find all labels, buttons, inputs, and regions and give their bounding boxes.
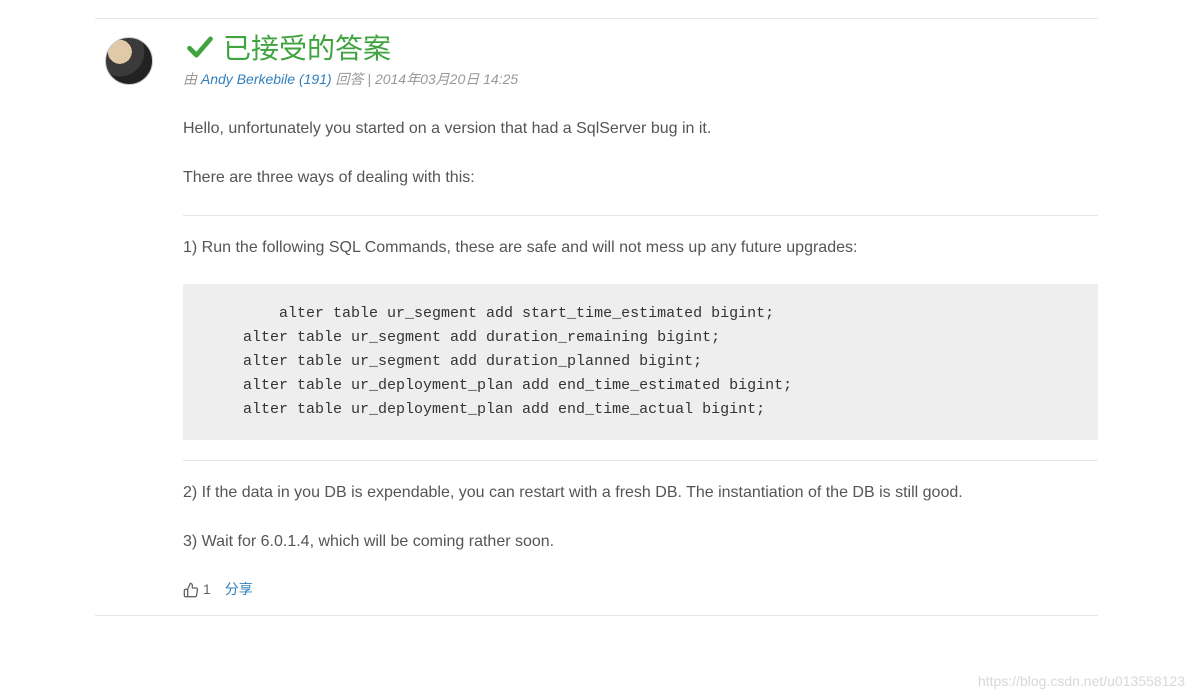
- body-paragraph-1: Hello, unfortunately you started on a ve…: [183, 117, 1098, 142]
- answer-actions: 1 分享: [183, 579, 1098, 601]
- answer-header: 已接受的答案: [183, 27, 1098, 67]
- avatar-image: [105, 37, 153, 85]
- code-block: alter table ur_segment add start_time_es…: [183, 284, 1098, 440]
- answer-block: 已接受的答案 由 Andy Berkebile (191) 回答 | 2014年…: [0, 27, 1193, 615]
- body-paragraph-4: 2) If the data in you DB is expendable, …: [183, 481, 1098, 506]
- author-reputation: (191): [299, 71, 332, 87]
- answer-main: 已接受的答案 由 Andy Berkebile (191) 回答 | 2014年…: [183, 27, 1098, 615]
- divider-2: [183, 460, 1098, 461]
- thumbs-up-icon: [183, 582, 199, 598]
- checkmark-icon: [183, 33, 217, 61]
- byline-action: 回答: [332, 71, 364, 87]
- top-divider: [95, 18, 1098, 19]
- like-count: 1: [203, 579, 211, 601]
- bottom-divider: [95, 615, 1098, 616]
- share-button[interactable]: 分享: [225, 579, 253, 601]
- like-button[interactable]: 1: [183, 579, 211, 601]
- accepted-answer-title: 已接受的答案: [223, 27, 391, 67]
- avatar[interactable]: [105, 37, 153, 615]
- body-paragraph-3: 1) Run the following SQL Commands, these…: [183, 236, 1098, 261]
- body-paragraph-5: 3) Wait for 6.0.1.4, which will be comin…: [183, 530, 1098, 555]
- author-link[interactable]: Andy Berkebile: [201, 71, 295, 87]
- answer-container: 已接受的答案 由 Andy Berkebile (191) 回答 | 2014年…: [0, 0, 1193, 616]
- byline-timestamp: 2014年03月20日 14:25: [375, 71, 518, 87]
- byline-prefix: 由: [183, 71, 201, 87]
- divider-1: [183, 215, 1098, 216]
- watermark: https://blog.csdn.net/u013558123: [978, 673, 1185, 689]
- answer-byline: 由 Andy Berkebile (191) 回答 | 2014年03月20日 …: [183, 69, 1098, 89]
- answer-body: Hello, unfortunately you started on a ve…: [183, 117, 1098, 601]
- byline-separator: |: [364, 71, 375, 87]
- body-paragraph-2: There are three ways of dealing with thi…: [183, 166, 1098, 191]
